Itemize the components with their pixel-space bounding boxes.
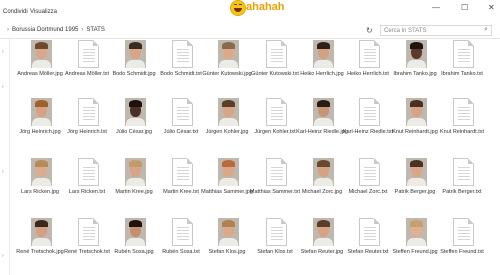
- text-file-icon: [453, 158, 474, 186]
- close-button[interactable]: ✕: [488, 3, 495, 12]
- file-name: Knut Reinhardt.txt: [439, 129, 485, 135]
- image-thumbnail: [31, 98, 52, 126]
- expand-arrow-icon[interactable]: ›: [2, 169, 4, 175]
- expand-arrow-icon[interactable]: ›: [2, 253, 4, 259]
- ribbon: Condividi Visualizza ahahah — ☐ ✕: [0, 0, 500, 25]
- image-thumbnail: [406, 40, 427, 68]
- image-thumbnail: [218, 218, 239, 246]
- image-thumbnail: [313, 218, 334, 246]
- expand-arrow-icon[interactable]: ›: [2, 84, 4, 90]
- tab-share[interactable]: Condividi: [3, 9, 28, 15]
- text-file-icon: [453, 98, 474, 126]
- expand-arrow-icon[interactable]: ›: [2, 49, 4, 55]
- image-thumbnail: [218, 40, 239, 68]
- text-file-icon: [266, 218, 287, 246]
- maximize-button[interactable]: ☐: [461, 3, 468, 12]
- breadcrumb-separator: ›: [7, 27, 9, 33]
- file-grid: Andreas Möller.jpg Andreas Möller.txt Bodo…: [9, 38, 500, 275]
- text-file-icon: [78, 98, 99, 126]
- file-name: Steffen Freund.txt: [440, 249, 484, 255]
- text-file-icon: [78, 218, 99, 246]
- text-file-icon: [359, 218, 380, 246]
- text-file-icon: [266, 98, 287, 126]
- breadcrumb-item[interactable]: STATS: [86, 27, 104, 33]
- text-file-icon: [78, 40, 99, 68]
- text-file-icon: [266, 158, 287, 186]
- image-thumbnail: [31, 218, 52, 246]
- watermark-text: ahahah: [246, 1, 285, 13]
- image-thumbnail: [125, 158, 146, 186]
- address-bar[interactable]: › Borussia Dortmund 1995 › STATS ↻ Cerca in…: [0, 24, 500, 39]
- text-file-icon: [453, 218, 474, 246]
- refresh-icon[interactable]: ↻: [366, 26, 373, 35]
- image-thumbnail: [406, 98, 427, 126]
- image-thumbnail: [313, 40, 334, 68]
- breadcrumb-separator: ›: [81, 27, 84, 33]
- minimize-button[interactable]: —: [432, 3, 440, 12]
- image-thumbnail: [406, 158, 427, 186]
- text-file-icon: [172, 218, 193, 246]
- image-thumbnail: [125, 218, 146, 246]
- text-file-icon: [359, 158, 380, 186]
- image-thumbnail: [125, 40, 146, 68]
- text-file-icon: [266, 40, 287, 68]
- text-file-icon: [359, 98, 380, 126]
- text-file-icon: [172, 40, 193, 68]
- text-file-icon: [453, 40, 474, 68]
- text-file-icon: [172, 98, 193, 126]
- breadcrumb[interactable]: › Borussia Dortmund 1995 › STATS: [4, 27, 105, 33]
- tab-view[interactable]: Visualizza: [30, 9, 57, 15]
- file-name: Patrik Berger.txt: [442, 189, 482, 195]
- file-name: Ibrahim Tanko.txt: [441, 71, 483, 77]
- image-thumbnail: [313, 98, 334, 126]
- text-file-icon: [359, 40, 380, 68]
- image-thumbnail: [406, 218, 427, 246]
- laughing-emoji-icon: [230, 0, 246, 16]
- image-thumbnail: [31, 40, 52, 68]
- image-thumbnail: [31, 158, 52, 186]
- image-thumbnail: [125, 98, 146, 126]
- image-thumbnail: [218, 98, 239, 126]
- search-input[interactable]: Cerca in STATS: [380, 25, 492, 36]
- search-icon: ⌕: [484, 26, 488, 33]
- breadcrumb-item[interactable]: Borussia Dortmund 1995: [12, 27, 78, 33]
- text-file-icon: [172, 158, 193, 186]
- image-thumbnail: [218, 158, 239, 186]
- text-file-icon: [78, 158, 99, 186]
- image-thumbnail: [313, 158, 334, 186]
